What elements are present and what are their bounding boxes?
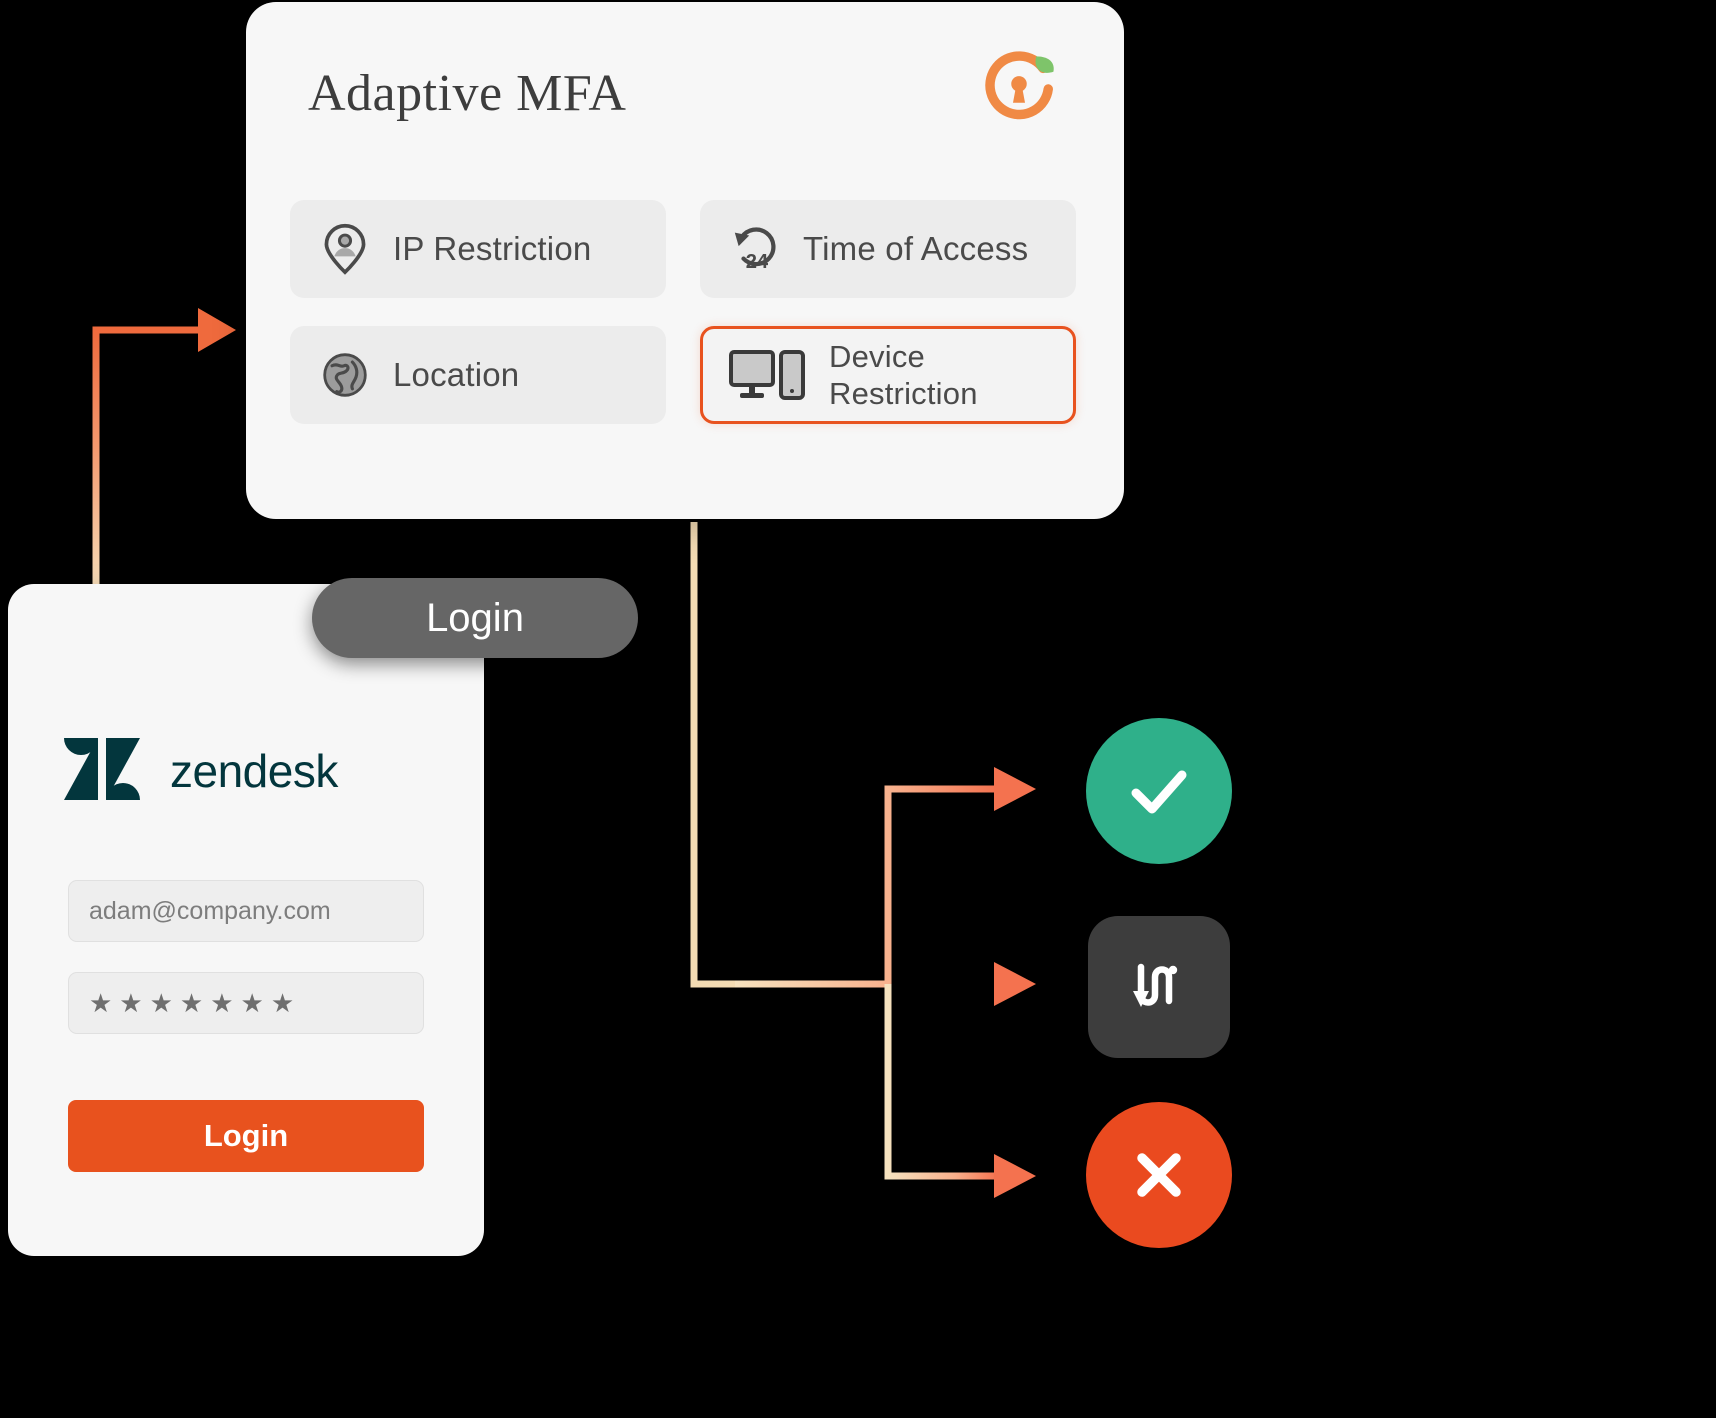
- password-field[interactable]: ★★★★★★★: [68, 972, 424, 1034]
- mfa-feature-label: Device Restriction: [829, 338, 978, 411]
- connector-mfa-trunk: [690, 522, 735, 988]
- outcome-deny-circle[interactable]: [1086, 1102, 1232, 1248]
- password-field-value: ★★★★★★★: [89, 987, 302, 1018]
- zendesk-wordmark: zendesk: [170, 745, 338, 797]
- map-pin-person-icon: [319, 223, 371, 275]
- check-icon: [1131, 770, 1187, 814]
- arrowhead-stepup: [994, 962, 1036, 1006]
- svg-text:24: 24: [746, 251, 769, 273]
- email-field[interactable]: adam@company.com: [68, 880, 424, 942]
- arrowhead-deny: [994, 1154, 1036, 1198]
- detour-arrow-icon: [1133, 963, 1178, 1007]
- mfa-feature-label: Time of Access: [803, 230, 1029, 268]
- connector-branch-deny: [884, 984, 998, 1180]
- rotate-24-clock-icon: 24: [729, 223, 781, 275]
- outcome-step-up-circle[interactable]: [1088, 916, 1230, 1058]
- monitor-phone-icon: [729, 349, 807, 401]
- zendesk-z-logo-icon: [64, 738, 140, 800]
- orange-keyhole-leaf-logo-icon: [985, 51, 1054, 120]
- arrowhead-allow: [994, 767, 1036, 811]
- close-x-icon: [1137, 1153, 1181, 1197]
- zendesk-brand: zendesk: [60, 734, 338, 808]
- connector-branch-allow: [735, 785, 998, 988]
- connector-login-to-mfa: [92, 326, 205, 598]
- mfa-feature-label: Location: [393, 356, 520, 394]
- arrowhead-to-mfa: [198, 308, 236, 352]
- mfa-feature-time-of-access[interactable]: 24 Time of Access: [700, 200, 1076, 298]
- login-tooltip-label: Login: [426, 595, 524, 640]
- page-title: Adaptive MFA: [308, 65, 627, 122]
- diagram-canvas: Adaptive MFA IP Restriction 24 Time of A…: [0, 0, 1716, 1418]
- email-field-value: adam@company.com: [89, 896, 331, 925]
- mfa-feature-device-restriction[interactable]: Device Restriction: [700, 326, 1076, 424]
- mfa-feature-label: IP Restriction: [393, 230, 592, 268]
- outcome-allow-circle[interactable]: [1086, 718, 1232, 864]
- mfa-feature-grid: IP Restriction 24 Time of Access Locatio…: [290, 200, 1080, 424]
- mfa-feature-location[interactable]: Location: [290, 326, 666, 424]
- login-submit-button[interactable]: Login: [68, 1100, 424, 1172]
- mfa-feature-ip-restriction[interactable]: IP Restriction: [290, 200, 666, 298]
- login-tooltip-pill[interactable]: Login: [312, 578, 638, 658]
- adaptive-mfa-card: Adaptive MFA IP Restriction 24 Time of A…: [246, 2, 1124, 519]
- globe-icon: [319, 349, 371, 401]
- zendesk-login-card: zendesk adam@company.com ★★★★★★★ Login: [8, 584, 484, 1256]
